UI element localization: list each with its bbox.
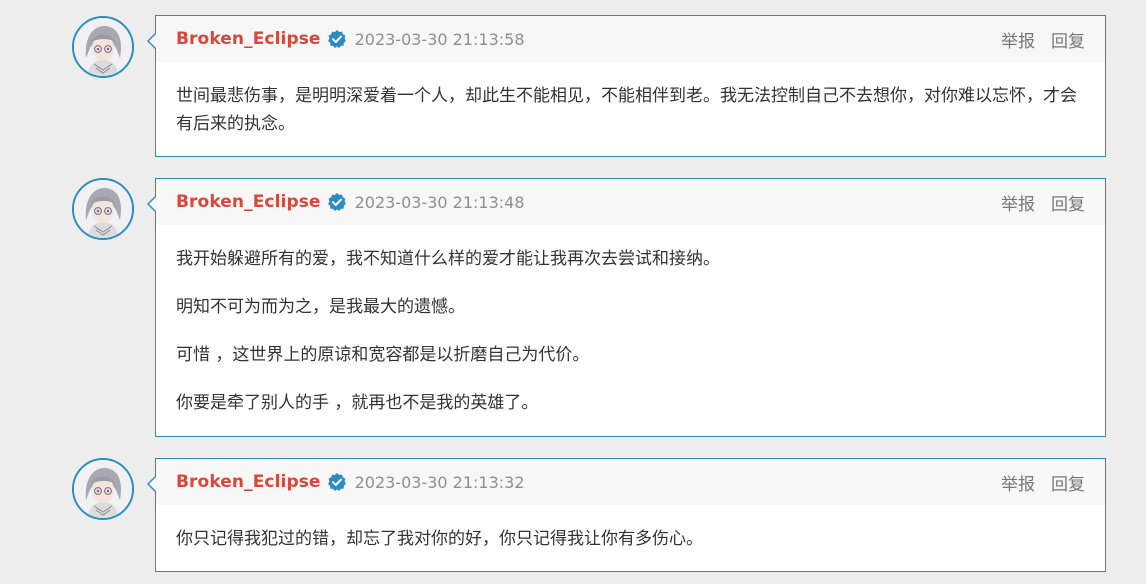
comment-card: Broken_Eclipse 2023-03-30 21:13:32 举报 回复… [147, 458, 1106, 572]
anime-character-avatar-icon [74, 180, 132, 238]
comment-timestamp: 2023-03-30 21:13:58 [354, 29, 525, 49]
report-button[interactable]: 举报 [1001, 470, 1035, 495]
author-name[interactable]: Broken_Eclipse [176, 29, 321, 49]
reply-button[interactable]: 回复 [1051, 470, 1085, 495]
comment-actions: 举报 回复 [1001, 190, 1085, 215]
author-name[interactable]: Broken_Eclipse [176, 192, 321, 212]
comment-text: 你只记得我犯过的错，却忘了我对你的好，你只记得我让你有多伤心。 [176, 529, 703, 549]
comment-actions: 举报 回复 [1001, 470, 1085, 495]
reply-button[interactable]: 回复 [1051, 27, 1085, 52]
comment-header: Broken_Eclipse 2023-03-30 21:13:32 举报 回复 [156, 459, 1105, 505]
comment-header: Broken_Eclipse 2023-03-30 21:13:58 举报 回复 [156, 16, 1105, 62]
comment-timestamp: 2023-03-30 21:13:32 [354, 472, 525, 492]
avatar[interactable] [72, 16, 134, 78]
comment-actions: 举报 回复 [1001, 27, 1085, 52]
comment-text: 你要是牵了别人的手 ，就再也不是我的英雄了。 [176, 393, 539, 413]
comment-card: Broken_Eclipse 2023-03-30 21:13:48 举报 回复… [147, 178, 1106, 437]
avatar[interactable] [72, 458, 134, 520]
comment-list: Broken_Eclipse 2023-03-30 21:13:58 举报 回复… [0, 0, 1146, 584]
avatar[interactable] [72, 178, 134, 240]
verified-icon [327, 192, 347, 212]
comment-body: 我开始躲避所有的爱，我不知道什么样的爱才能让我再次去尝试和接纳。 明知不可为而为… [156, 225, 1105, 435]
comment-text: 我开始躲避所有的爱，我不知道什么样的爱才能让我再次去尝试和接纳。 [176, 249, 720, 269]
anime-character-avatar-icon [74, 18, 132, 76]
comment-text: 明知不可为而为之，是我最大的遗憾。 [176, 297, 465, 317]
comment-text: 可惜 ，这世界上的原谅和宽容都是以折磨自己为代价。 [176, 345, 590, 365]
comment-body: 你只记得我犯过的错，却忘了我对你的好，你只记得我让你有多伤心。 [156, 505, 1105, 571]
comment-body: 世间最悲伤事，是明明深爱着一个人，却此生不能相见，不能相伴到老。我无法控制自己不… [156, 62, 1105, 156]
author-name[interactable]: Broken_Eclipse [176, 472, 321, 492]
comment-header: Broken_Eclipse 2023-03-30 21:13:48 举报 回复 [156, 179, 1105, 225]
verified-icon [327, 29, 347, 49]
report-button[interactable]: 举报 [1001, 27, 1035, 52]
reply-button[interactable]: 回复 [1051, 190, 1085, 215]
anime-character-avatar-icon [74, 460, 132, 518]
verified-icon [327, 472, 347, 492]
comment-timestamp: 2023-03-30 21:13:48 [354, 192, 525, 212]
report-button[interactable]: 举报 [1001, 190, 1035, 215]
comment-text: 世间最悲伤事，是明明深爱着一个人，却此生不能相见，不能相伴到老。我无法控制自己不… [176, 86, 1077, 134]
comment-card: Broken_Eclipse 2023-03-30 21:13:58 举报 回复… [147, 15, 1106, 157]
